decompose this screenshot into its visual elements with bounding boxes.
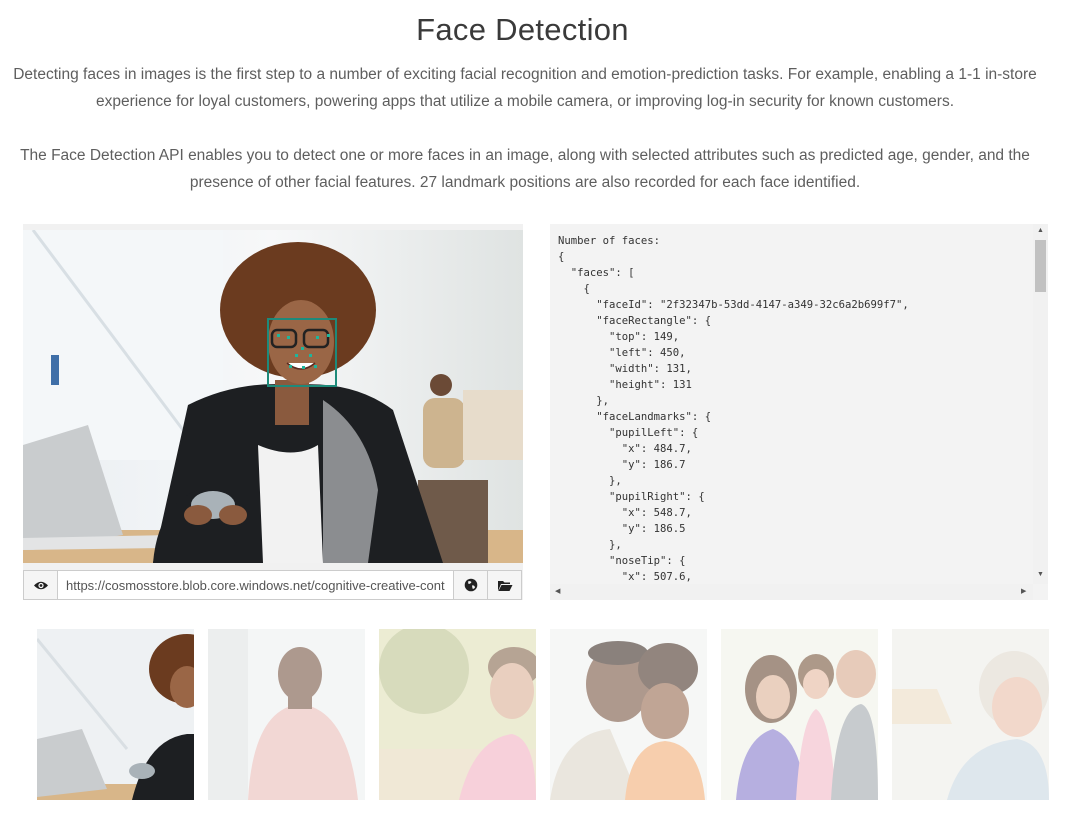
- landmark-marker: [295, 354, 298, 357]
- scroll-left-arrow-icon[interactable]: ◀: [555, 588, 560, 596]
- page-title: Face Detection: [416, 12, 629, 47]
- view-image-button[interactable]: [24, 571, 58, 599]
- sample-thumbnail-woman-with-laptop[interactable]: [37, 629, 194, 800]
- load-url-button[interactable]: [453, 571, 487, 599]
- json-result-panel: Number of faces: { "faces": [ { "faceId"…: [550, 224, 1048, 600]
- globe-icon: [464, 578, 477, 592]
- horizontal-scrollbar[interactable]: ◀ ▶: [550, 584, 1033, 600]
- landmark-marker: [309, 354, 312, 357]
- sample-thumbnail-man-glasses-outdoors[interactable]: [379, 629, 536, 800]
- image-panel: [23, 224, 523, 600]
- folder-open-icon: [497, 580, 512, 591]
- image-url-input[interactable]: [58, 571, 453, 599]
- landmark-marker: [316, 336, 319, 339]
- vertical-scrollbar-thumb[interactable]: [1035, 240, 1046, 292]
- landmark-marker: [289, 365, 292, 368]
- vertical-scrollbar[interactable]: ▲ ▼: [1033, 224, 1048, 584]
- landmark-marker: [287, 336, 290, 339]
- sample-thumbnail-older-woman-smiling[interactable]: [892, 629, 1049, 800]
- landmark-marker: [314, 365, 317, 368]
- landmark-marker: [302, 366, 305, 369]
- intro-paragraph-2: The Face Detection API enables you to de…: [20, 147, 1030, 191]
- intro-paragraph-1: Detecting faces in images is the first s…: [13, 66, 1037, 110]
- image-url-bar: [23, 570, 522, 600]
- sample-thumbnail-father-and-child[interactable]: [550, 629, 707, 800]
- scroll-down-arrow-icon[interactable]: ▼: [1037, 571, 1044, 579]
- upload-file-button[interactable]: [487, 571, 521, 599]
- json-result-text: Number of faces: { "faces": [ { "faceId"…: [558, 235, 909, 583]
- landmark-marker: [327, 334, 330, 337]
- scroll-right-arrow-icon[interactable]: ▶: [1021, 588, 1026, 596]
- sample-thumbnail-family-group[interactable]: [721, 629, 878, 800]
- landmark-marker: [277, 334, 280, 337]
- analyzed-photo: [23, 230, 523, 563]
- sample-thumbnail-man-pink-shirt[interactable]: [208, 629, 365, 800]
- landmark-marker: [301, 347, 304, 350]
- eye-icon: [33, 581, 48, 589]
- face-rectangle-overlay: [267, 318, 337, 387]
- scroll-up-arrow-icon[interactable]: ▲: [1037, 227, 1044, 235]
